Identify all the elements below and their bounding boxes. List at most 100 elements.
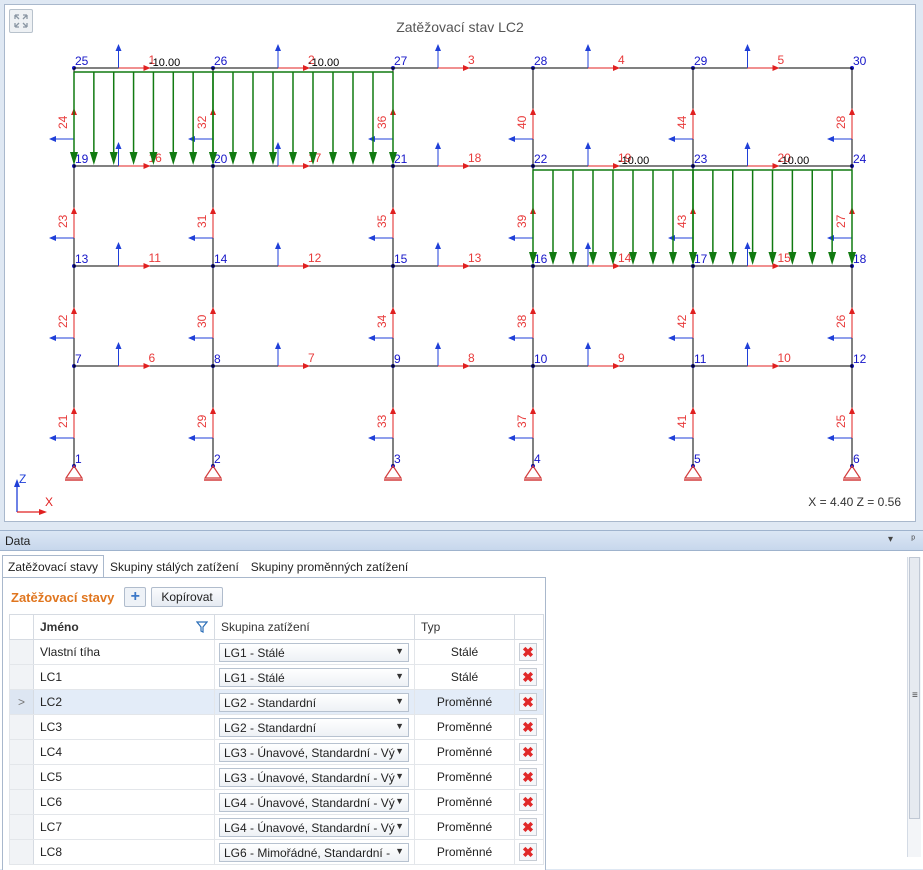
delete-button[interactable]: ✖	[519, 743, 537, 761]
delete-icon: ✖	[522, 744, 534, 760]
delete-button[interactable]: ✖	[519, 768, 537, 786]
table-row[interactable]: Vlastní tíha LG1 - Stálé ▼ Stálé ✖	[9, 639, 544, 665]
table-row[interactable]: LC4 LG3 - Únavové, Standardní - Vý ▼ Proměn…	[9, 739, 544, 765]
load-group-value: LG3 - Únavové, Standardní - Vý	[224, 770, 395, 785]
table-header-row: Jméno Skupina zatížení Typ	[9, 614, 544, 640]
member-label: 29	[195, 414, 209, 428]
load-group-select[interactable]: LG3 - Únavové, Standardní - Vý ▼	[219, 742, 409, 762]
row-selector[interactable]: >	[9, 689, 34, 715]
row-selector[interactable]	[9, 764, 34, 790]
arrow-left-icon	[668, 435, 675, 441]
structure-viewport[interactable]: 1 2 3 4 5 6 7 8 9 10 11 12 13 14 15 16 17 18 19 20 21 22 23 24 2…	[4, 4, 916, 522]
load-case-name[interactable]: LC8	[33, 839, 215, 865]
delete-icon: ✖	[522, 719, 534, 735]
member-label: 8	[468, 351, 475, 365]
arrow-up-icon	[530, 108, 536, 115]
load-case-name[interactable]: LC6	[33, 789, 215, 815]
arrow-up-icon	[744, 44, 751, 51]
table-row[interactable]: LC7 LG4 - Únavové, Standardní - Vý ▼ Proměn…	[9, 814, 544, 840]
load-group-select[interactable]: LG3 - Únavové, Standardní - Vý ▼	[219, 767, 409, 787]
row-selector[interactable]	[9, 639, 34, 665]
table-row[interactable]: > LC2 LG2 - Standardní ▼ Proměnné ✖	[9, 689, 544, 715]
load-cases-toolbar: Zatěžovací stavy + Kopírovat	[11, 586, 223, 608]
delete-button[interactable]: ✖	[519, 793, 537, 811]
delete-button[interactable]: ✖	[519, 718, 537, 736]
delete-cell: ✖	[514, 814, 544, 840]
member-label: 24	[56, 115, 70, 129]
node-label: 3	[394, 452, 401, 466]
panel-menu-icon[interactable]: ▾	[888, 534, 893, 545]
member-label: 4	[618, 53, 625, 67]
member-label: 34	[375, 314, 389, 328]
load-case-name[interactable]: Vlastní tíha	[33, 639, 215, 665]
delete-button[interactable]: ✖	[519, 643, 537, 661]
chevron-down-icon: ▼	[395, 845, 404, 856]
load-group-select[interactable]: LG2 - Standardní ▼	[219, 692, 409, 712]
load-group-value: LG6 - Mimořádné, Standardní -	[224, 845, 391, 860]
row-selector[interactable]	[9, 714, 34, 740]
arrow-up-icon	[71, 307, 77, 314]
member-label: 22	[56, 314, 70, 328]
load-group-select[interactable]: LG6 - Mimořádné, Standardní - ▼	[219, 842, 409, 862]
load-arrow-head	[249, 152, 257, 165]
load-group-select[interactable]: LG1 - Stálé ▼	[219, 642, 409, 662]
load-case-name[interactable]: LC1	[33, 664, 215, 690]
arrow-up-icon	[530, 307, 536, 314]
load-group-select[interactable]: LG2 - Standardní ▼	[219, 717, 409, 737]
load-case-name[interactable]: LC5	[33, 764, 215, 790]
vertical-scrollbar[interactable]: ≡	[907, 557, 921, 857]
row-selector[interactable]	[9, 814, 34, 840]
member-label: 28	[834, 115, 848, 129]
delete-button[interactable]: ✖	[519, 693, 537, 711]
add-load-case-button[interactable]: +	[124, 587, 147, 607]
column-header-group[interactable]: Skupina zatížení	[214, 614, 415, 640]
pin-icon[interactable]: ᵖ	[911, 534, 915, 545]
row-selector[interactable]	[9, 739, 34, 765]
table-row[interactable]: LC3 LG2 - Standardní ▼ Proměnné ✖	[9, 714, 544, 740]
axis-x-label: X	[45, 495, 53, 509]
table-row[interactable]: LC8 LG6 - Mimořádné, Standardní - ▼ Proměnn…	[9, 839, 544, 865]
column-header-name[interactable]: Jméno	[33, 614, 215, 640]
copy-button[interactable]: Kopírovat	[151, 587, 223, 607]
tab-permanent-load-groups[interactable]: Skupiny stálých zatížení	[104, 555, 245, 577]
data-panel-title: Data	[5, 534, 31, 548]
filter-icon[interactable]	[196, 621, 208, 633]
member-label: 7	[308, 351, 315, 365]
delete-icon: ✖	[522, 644, 534, 660]
arrow-up-icon	[690, 407, 696, 414]
load-case-name[interactable]: LC2	[33, 689, 215, 715]
row-selector[interactable]	[9, 789, 34, 815]
load-arrow-head	[828, 252, 837, 265]
delete-button[interactable]: ✖	[519, 843, 537, 861]
node-label: 28	[534, 54, 548, 68]
load-group-select[interactable]: LG4 - Únavové, Standardní - Vý ▼	[219, 817, 409, 837]
load-case-name[interactable]: LC3	[33, 714, 215, 740]
load-case-name[interactable]: LC4	[33, 739, 215, 765]
load-group-select[interactable]: LG1 - Stálé ▼	[219, 667, 409, 687]
load-arrow-head	[269, 152, 277, 165]
member-label: 35	[375, 214, 389, 228]
node-label: 1	[75, 452, 82, 466]
arrow-up-icon	[390, 307, 396, 314]
scrollbar-thumb[interactable]: ≡	[909, 557, 920, 819]
row-selector[interactable]	[9, 664, 34, 690]
load-case-name[interactable]: LC7	[33, 814, 215, 840]
load-group-select[interactable]: LG4 - Únavové, Standardní - Vý ▼	[219, 792, 409, 812]
column-header-type[interactable]: Typ	[414, 614, 515, 640]
table-row[interactable]: LC1 LG1 - Stálé ▼ Stálé ✖	[9, 664, 544, 690]
row-selector[interactable]	[9, 839, 34, 865]
member-label: 44	[675, 115, 689, 129]
tab-variable-load-groups[interactable]: Skupiny proměnných zatížení	[245, 555, 414, 577]
table-row[interactable]: LC6 LG4 - Únavové, Standardní - Vý ▼ Proměn…	[9, 789, 544, 815]
grip-icon: ≡	[912, 690, 918, 701]
member-label: 26	[834, 314, 848, 328]
delete-button[interactable]: ✖	[519, 818, 537, 836]
tab-load-cases[interactable]: Zatěžovací stavy	[2, 555, 105, 577]
load-arrow-head	[808, 252, 817, 265]
member-label: 42	[675, 314, 689, 328]
table-row[interactable]: LC5 LG3 - Únavové, Standardní - Vý ▼ Proměn…	[9, 764, 544, 790]
delete-button[interactable]: ✖	[519, 668, 537, 686]
arrow-left-icon	[188, 335, 195, 341]
structure-drawing[interactable]: 1 2 3 4 5 67 8 9 10 11 1213 14 15 16 17 1819 20 21 22 23 242…	[5, 5, 917, 523]
member-label: 40	[515, 115, 529, 129]
